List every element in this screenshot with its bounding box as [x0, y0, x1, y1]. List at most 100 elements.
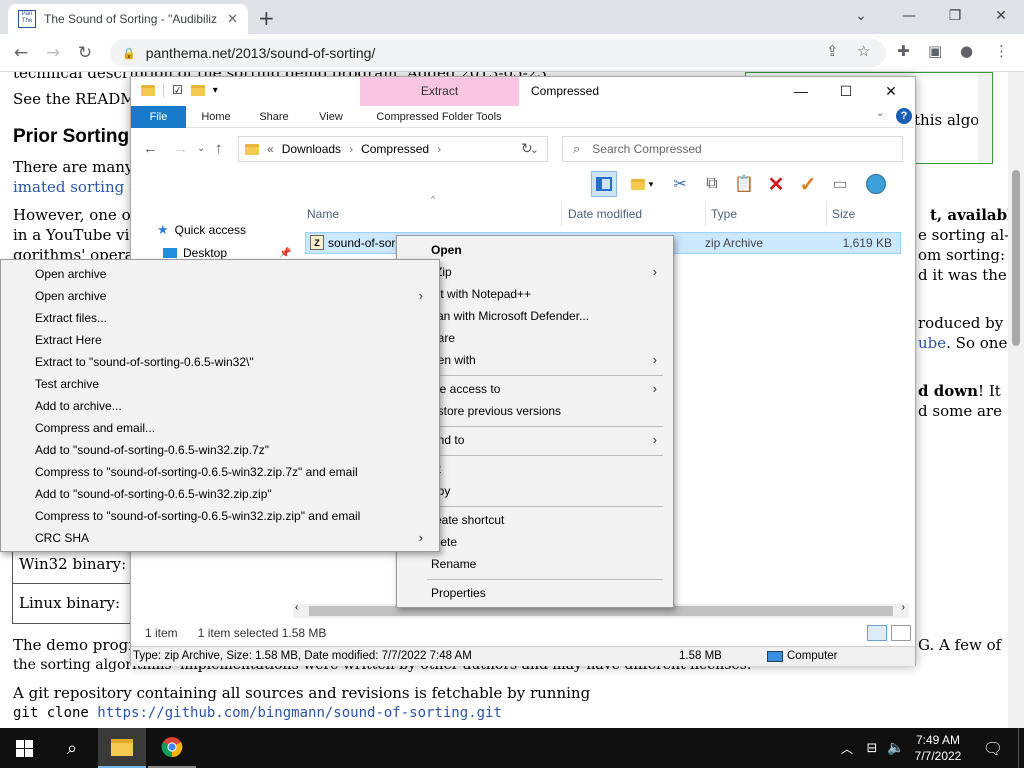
up-arrow-icon[interactable]: ↑ [215, 140, 223, 157]
properties-card-icon[interactable]: ▭ [827, 171, 853, 197]
close-tab-icon[interactable]: ✕ [227, 12, 238, 27]
refresh-icon[interactable]: ↻ [521, 140, 533, 157]
menu-rename[interactable]: Rename [431, 553, 476, 575]
scroll-left-icon[interactable]: ‹ [295, 602, 298, 613]
customize-qat-chevron-icon[interactable]: ▾ [213, 85, 218, 96]
ribbon-expand-chevron-icon[interactable]: ⌄ [876, 108, 884, 119]
explorer-minimize-icon[interactable]: — [781, 80, 821, 102]
share-icon[interactable]: ⇪ [826, 42, 839, 60]
zip-compress-and-email[interactable]: Compress and email... [35, 417, 155, 439]
ribbon-tab-view[interactable]: View [306, 106, 356, 128]
zip-extract-here[interactable]: Extract Here [35, 329, 102, 351]
ribbon-tab-share[interactable]: Share [249, 106, 299, 128]
minimize-icon[interactable]: — [894, 4, 924, 28]
profile-avatar-icon[interactable]: ● [960, 42, 973, 60]
paste-clipboard-icon[interactable]: 📋 [731, 171, 757, 197]
breadcrumb-overflow[interactable]: « [267, 142, 274, 156]
browser-menu-icon[interactable]: ⋮ [994, 42, 1009, 60]
side-box-scrollbar[interactable] [978, 73, 992, 163]
explorer-maximize-icon[interactable]: ☐ [826, 80, 866, 102]
browser-tab[interactable]: Pan The The Sound of Sorting - "Audibili… [8, 4, 248, 34]
menu-edit-notepadpp[interactable]: dit with Notepad++ [431, 283, 531, 305]
explorer-search-box[interactable]: ⌕ Search Compressed [562, 136, 903, 162]
zip-crc-sha[interactable]: CRC SHA › [35, 527, 433, 549]
menu-open-with[interactable]: pen with › [431, 349, 667, 371]
youtube-link[interactable]: ube [918, 334, 946, 352]
page-p1-link[interactable]: imated sorting a [13, 178, 138, 196]
side-panel-icon[interactable]: ▣ [928, 42, 942, 60]
forward-arrow-icon[interactable]: → [42, 42, 64, 64]
breadcrumb-downloads[interactable]: Downloads [282, 142, 341, 156]
ribbon-tab-file[interactable]: File [131, 106, 186, 128]
scroll-right-icon[interactable]: › [902, 602, 905, 613]
column-name[interactable]: Name [307, 207, 339, 221]
explorer-forward-icon[interactable]: → [173, 140, 188, 157]
nav-quick-access[interactable]: ★ Quick access [157, 222, 246, 238]
properties-check-icon[interactable]: ☑ [172, 83, 183, 97]
extract-contextual-tab[interactable]: Extract [360, 77, 519, 106]
new-folder-dropdown-icon[interactable]: ▾ [623, 171, 661, 197]
zip-add-to-archive[interactable]: Add to archive... [35, 395, 122, 417]
new-tab-icon[interactable]: + [258, 6, 275, 30]
restore-icon[interactable]: ❐ [940, 4, 970, 28]
bookmark-star-icon[interactable]: ☆ [857, 42, 870, 60]
column-size[interactable]: Size [832, 207, 855, 221]
copy-icon[interactable]: ⧉ [699, 171, 725, 197]
close-window-icon[interactable]: ✕ [986, 4, 1016, 28]
zip-compress-7z-email[interactable]: Compress to "sound-of-sorting-0.6.5-win3… [35, 461, 358, 483]
column-separator[interactable] [826, 202, 827, 226]
zip-extract-to-folder[interactable]: Extract to "sound-of-sorting-0.6.5-win32… [35, 351, 254, 373]
extensions-puzzle-icon[interactable]: ✚ [897, 42, 910, 60]
menu-open[interactable]: Open [431, 239, 462, 261]
details-view-icon[interactable] [867, 625, 887, 641]
taskbar-file-explorer-icon[interactable] [98, 728, 146, 768]
zip-add-to-zip[interactable]: Add to "sound-of-sorting-0.6.5-win32.zip… [35, 483, 272, 505]
menu-create-shortcut[interactable]: reate shortcut [431, 509, 504, 531]
search-magnifier-icon[interactable]: ⌕ [48, 728, 96, 768]
menu-properties[interactable]: Properties [431, 582, 486, 604]
recent-locations-chevron-icon[interactable]: ⌄ [197, 143, 205, 154]
explorer-back-icon[interactable]: ← [143, 140, 158, 157]
column-separator[interactable] [561, 202, 562, 226]
menu-scan-defender[interactable]: can with Microsoft Defender... [431, 305, 589, 327]
git-url-link[interactable]: https://github.com/bingmann/sound-of-sor… [97, 705, 502, 721]
large-icons-view-icon[interactable] [891, 625, 911, 641]
column-type[interactable]: Type [711, 207, 737, 221]
address-bar[interactable]: 🔒 panthema.net/2013/sound-of-sorting/ [110, 39, 886, 67]
menu-send-to[interactable]: end to › [431, 429, 667, 451]
zip-open-archive-sub[interactable]: Open archive › [35, 285, 433, 307]
nav-desktop[interactable]: Desktop 📌 [163, 246, 291, 260]
network-icon[interactable]: ⊟ [860, 728, 884, 768]
zip-extract-files[interactable]: Extract files... [35, 307, 107, 329]
zip-compress-zip-email[interactable]: Compress to "sound-of-sorting-0.6.5-win3… [35, 505, 360, 527]
breadcrumb-compressed[interactable]: Compressed [361, 142, 429, 156]
page-scrollbar-thumb[interactable] [1012, 170, 1020, 346]
show-hidden-icons-chevron-icon[interactable]: ︿ [836, 728, 858, 768]
check-icon[interactable]: ✓ [795, 171, 821, 197]
globe-icon[interactable] [859, 171, 893, 197]
cut-scissors-icon[interactable]: ✂ [667, 171, 693, 197]
column-date-modified[interactable]: Date modified [568, 207, 642, 221]
zip-open-archive[interactable]: Open archive [35, 263, 106, 285]
reload-icon[interactable]: ↻ [74, 42, 96, 64]
zip-test-archive[interactable]: Test archive [35, 373, 99, 395]
menu-7zip[interactable]: -Zip › [431, 261, 667, 283]
new-folder-icon[interactable] [190, 84, 205, 96]
zip-add-to-7z[interactable]: Add to "sound-of-sorting-0.6.5-win32.zip… [35, 439, 269, 461]
page-scrollbar[interactable] [1008, 72, 1024, 728]
tab-search-chevron-icon[interactable]: ⌄ [846, 4, 876, 28]
ribbon-tab-compressed-folder-tools[interactable]: Compressed Folder Tools [363, 106, 515, 128]
explorer-address-bar[interactable]: « Downloads › Compressed › ⌄ [238, 136, 548, 162]
menu-give-access[interactable]: ive access to › [431, 378, 667, 400]
help-icon[interactable]: ? [896, 108, 912, 124]
taskbar-clock[interactable]: 7:49 AM 7/7/2022 [910, 728, 966, 768]
ribbon-tab-home[interactable]: Home [191, 106, 241, 128]
column-separator[interactable] [705, 202, 706, 226]
show-desktop-button[interactable] [1018, 728, 1024, 768]
back-arrow-icon[interactable]: ← [10, 42, 32, 64]
preview-pane-icon[interactable] [591, 171, 617, 197]
menu-restore-versions[interactable]: estore previous versions [431, 400, 561, 422]
taskbar-chrome-icon[interactable] [148, 728, 196, 768]
start-windows-icon[interactable] [0, 728, 48, 768]
explorer-close-icon[interactable]: ✕ [871, 80, 911, 102]
